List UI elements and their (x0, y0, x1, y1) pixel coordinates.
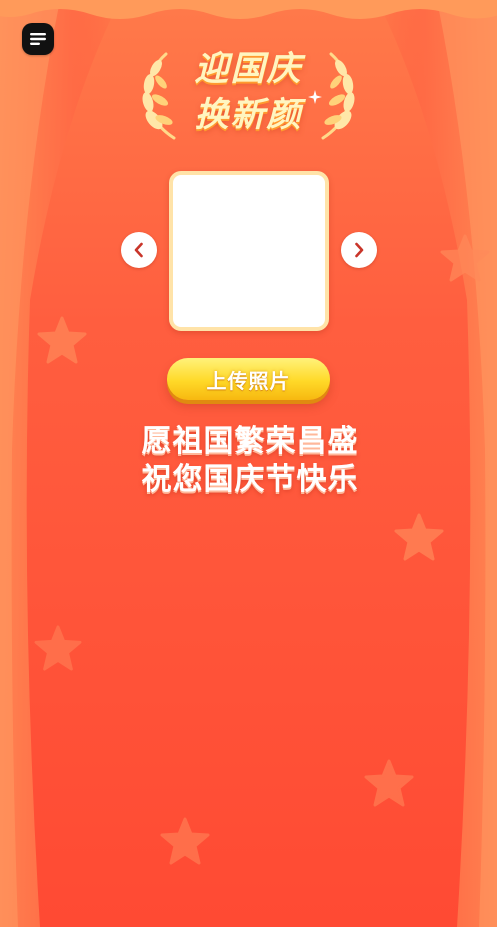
upload-photo-label: 上传照片 (206, 368, 291, 393)
title-line-1: 迎国庆 (194, 49, 303, 89)
title-line-2: 换新颜 (194, 95, 303, 135)
title-banner: 迎国庆 换新颜 (140, 42, 357, 152)
blessing-line-2: 祝您国庆节快乐 (141, 462, 359, 497)
menu-icon (30, 33, 46, 45)
photo-preview-frame[interactable] (169, 171, 329, 331)
sparkle-icon (308, 90, 322, 104)
menu-button[interactable] (22, 23, 54, 55)
chevron-right-icon (355, 242, 364, 258)
next-frame-button[interactable] (341, 232, 377, 268)
upload-photo-button[interactable]: 上传照片 (167, 358, 330, 400)
chevron-left-icon (134, 242, 143, 258)
previous-frame-button[interactable] (121, 232, 157, 268)
blessing-line-1: 愿祖国繁荣昌盛 (141, 424, 359, 459)
